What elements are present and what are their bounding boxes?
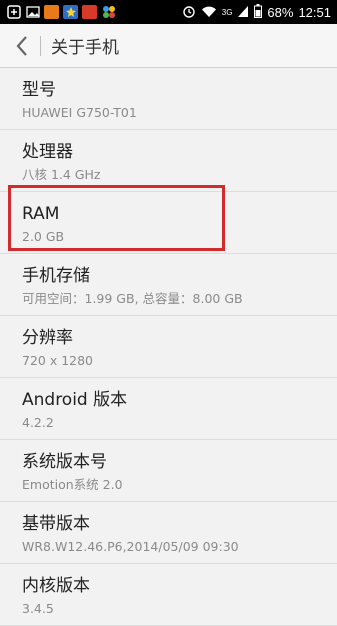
page-title: 关于手机 [51,38,119,58]
row-processor[interactable]: 处理器 八核 1.4 GHz [0,130,337,192]
row-label: 处理器 [22,142,73,162]
row-model[interactable]: 型号 HUAWEI G750-T01 [0,68,337,130]
row-value: Emotion系统 2.0 [22,477,123,492]
row-baseband-version[interactable]: 基带版本 WR8.W12.46.P6,2014/05/09 09:30 [0,502,337,564]
row-build-number[interactable]: 系统版本号 Emotion系统 2.0 [0,440,337,502]
back-button[interactable] [8,24,36,68]
header-divider [40,35,41,56]
row-value: HUAWEI G750-T01 [22,105,137,120]
row-storage[interactable]: 手机存储 可用空间：1.99 GB, 总容量：8.00 GB [0,254,337,316]
chevron-left-icon [16,35,27,56]
row-label: 内核版本 [22,576,90,596]
app-icon-orange [44,5,59,19]
row-resolution[interactable]: 分辨率 720 x 1280 [0,316,337,378]
status-bar: 3G 68% 12:51 [0,0,337,24]
app-icon-blue [63,5,78,19]
row-kernel-version[interactable]: 内核版本 3.4.5 [0,564,337,626]
network-type-label: 3G [221,7,233,17]
plus-icon [6,5,21,19]
wifi-icon [201,3,217,22]
app-icon-red [82,5,97,19]
row-label: 系统版本号 [22,452,107,472]
signal-icon [237,3,249,22]
about-phone-list: 型号 HUAWEI G750-T01 处理器 八核 1.4 GHz RAM 2.… [0,68,337,626]
battery-percent: 68% [267,4,294,20]
app-header: 关于手机 [0,24,337,68]
row-value: 可用空间：1.99 GB, 总容量：8.00 GB [22,291,243,306]
row-value: 3.4.5 [22,601,54,616]
row-value: 八核 1.4 GHz [22,167,101,182]
pinwheel-icon [101,5,116,19]
row-android-version[interactable]: Android 版本 4.2.2 [0,378,337,440]
ram-highlight-box [8,185,225,251]
alarm-icon [182,3,196,22]
row-label: 手机存储 [22,266,90,286]
row-value: WR8.W12.46.P6,2014/05/09 09:30 [22,539,239,554]
row-value: 4.2.2 [22,415,54,430]
row-value: 720 x 1280 [22,353,94,368]
row-label: 型号 [22,80,56,100]
clock: 12:51 [298,4,331,20]
battery-icon [254,3,263,22]
row-label: 分辨率 [22,328,73,348]
image-icon [25,5,40,19]
row-label: Android 版本 [22,390,128,410]
row-label: 基带版本 [22,514,90,534]
